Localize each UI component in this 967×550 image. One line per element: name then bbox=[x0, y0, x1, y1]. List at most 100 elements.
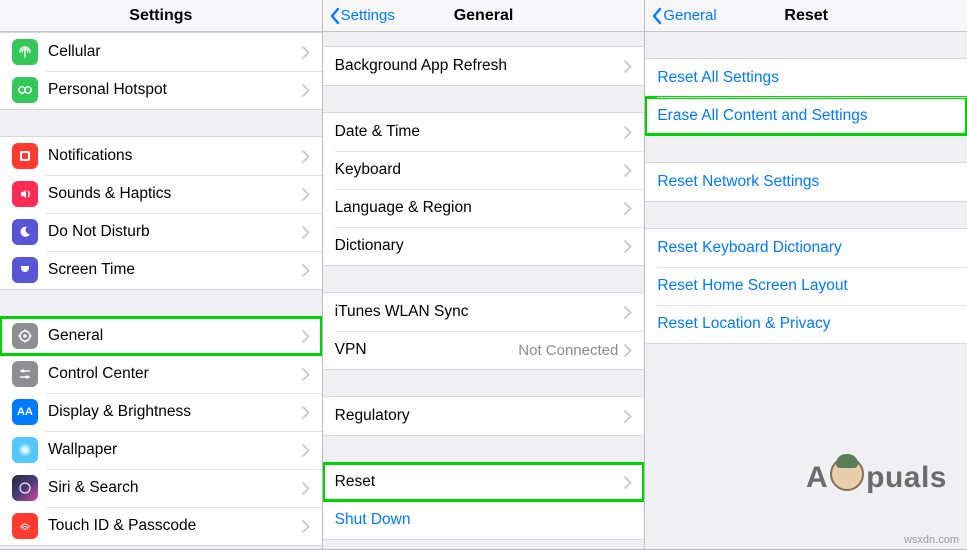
row-personal-hotspot[interactable]: Personal Hotspot bbox=[0, 71, 322, 109]
row-siri[interactable]: Siri & Search bbox=[0, 469, 322, 507]
back-label: General bbox=[663, 7, 716, 24]
chevron-right-icon bbox=[624, 240, 632, 253]
group-reset: Reset Shut Down bbox=[323, 462, 645, 540]
chevron-right-icon bbox=[302, 406, 310, 419]
row-label: Reset Home Screen Layout bbox=[657, 277, 955, 295]
row-screentime[interactable]: Screen Time bbox=[0, 251, 322, 289]
chevron-left-icon bbox=[329, 7, 341, 25]
row-display[interactable]: AA Display & Brightness bbox=[0, 393, 322, 431]
row-keyboard[interactable]: Keyboard bbox=[323, 151, 645, 189]
row-reset[interactable]: Reset bbox=[323, 463, 645, 501]
row-label: iTunes WLAN Sync bbox=[335, 303, 625, 321]
row-label: Display & Brightness bbox=[48, 403, 302, 421]
chevron-right-icon bbox=[302, 264, 310, 277]
row-dictionary[interactable]: Dictionary bbox=[323, 227, 645, 265]
back-label: Settings bbox=[341, 7, 395, 24]
row-language-region[interactable]: Language & Region bbox=[323, 189, 645, 227]
row-regulatory[interactable]: Regulatory bbox=[323, 397, 645, 435]
settings-group-network: Cellular Personal Hotspot bbox=[0, 32, 322, 110]
back-button[interactable]: Settings bbox=[323, 7, 395, 25]
chevron-right-icon bbox=[302, 368, 310, 381]
row-notifications[interactable]: Notifications bbox=[0, 137, 322, 175]
back-button[interactable]: General bbox=[645, 7, 716, 25]
chevron-right-icon bbox=[302, 482, 310, 495]
row-reset-location-privacy[interactable]: Reset Location & Privacy bbox=[645, 305, 967, 343]
row-cellular[interactable]: Cellular bbox=[0, 33, 322, 71]
row-reset-keyboard-dictionary[interactable]: Reset Keyboard Dictionary bbox=[645, 229, 967, 267]
row-label: Reset bbox=[335, 473, 625, 491]
settings-group-notifications: Notifications Sounds & Haptics Do Not Di… bbox=[0, 136, 322, 290]
row-reset-all-settings[interactable]: Reset All Settings bbox=[645, 59, 967, 97]
siri-icon bbox=[12, 475, 38, 501]
row-reset-network-settings[interactable]: Reset Network Settings bbox=[645, 163, 967, 201]
chevron-left-icon bbox=[651, 7, 663, 25]
chevron-right-icon bbox=[624, 126, 632, 139]
row-label: VPN bbox=[335, 341, 519, 359]
topbar: Settings General bbox=[323, 0, 645, 32]
display-icon: AA bbox=[12, 399, 38, 425]
screentime-icon bbox=[12, 257, 38, 283]
row-label: Date & Time bbox=[335, 123, 625, 141]
settings-group-general: General Control Center AA Display & Brig… bbox=[0, 316, 322, 546]
row-label: Wallpaper bbox=[48, 441, 302, 459]
row-label: Personal Hotspot bbox=[48, 81, 302, 99]
row-label: Shut Down bbox=[335, 511, 633, 529]
chevron-right-icon bbox=[624, 476, 632, 489]
row-date-time[interactable]: Date & Time bbox=[323, 113, 645, 151]
row-label: Reset All Settings bbox=[657, 69, 955, 87]
row-erase-all-content[interactable]: Erase All Content and Settings bbox=[645, 97, 967, 135]
row-shut-down[interactable]: Shut Down bbox=[323, 501, 645, 539]
row-wallpaper[interactable]: Wallpaper bbox=[0, 431, 322, 469]
row-label: Regulatory bbox=[335, 407, 625, 425]
appuals-logo: A puals bbox=[806, 461, 947, 495]
row-label: Keyboard bbox=[335, 161, 625, 179]
chevron-right-icon bbox=[302, 84, 310, 97]
group-sync: iTunes WLAN Sync VPN Not Connected bbox=[323, 292, 645, 370]
group-regulatory: Regulatory bbox=[323, 396, 645, 436]
chevron-right-icon bbox=[302, 444, 310, 457]
row-general[interactable]: General bbox=[0, 317, 322, 355]
row-reset-home-screen[interactable]: Reset Home Screen Layout bbox=[645, 267, 967, 305]
page-title: Settings bbox=[0, 7, 322, 25]
row-vpn[interactable]: VPN Not Connected bbox=[323, 331, 645, 369]
group-bgrefresh: Background App Refresh bbox=[323, 46, 645, 86]
row-touchid[interactable]: Touch ID & Passcode bbox=[0, 507, 322, 545]
row-sounds[interactable]: Sounds & Haptics bbox=[0, 175, 322, 213]
wallpaper-icon bbox=[12, 437, 38, 463]
sounds-icon bbox=[12, 181, 38, 207]
logo-text: A bbox=[806, 461, 828, 495]
row-label: Reset Location & Privacy bbox=[657, 315, 955, 333]
touchid-icon bbox=[12, 513, 38, 539]
topbar: Settings bbox=[0, 0, 322, 32]
row-control-center[interactable]: Control Center bbox=[0, 355, 322, 393]
row-background-app-refresh[interactable]: Background App Refresh bbox=[323, 47, 645, 85]
row-itunes-wlan-sync[interactable]: iTunes WLAN Sync bbox=[323, 293, 645, 331]
group-locale: Date & Time Keyboard Language & Region D… bbox=[323, 112, 645, 266]
group-reset-network: Reset Network Settings bbox=[645, 162, 967, 202]
row-label: Sounds & Haptics bbox=[48, 185, 302, 203]
general-icon bbox=[12, 323, 38, 349]
chevron-right-icon bbox=[624, 60, 632, 73]
group-reset-all: Reset All Settings Erase All Content and… bbox=[645, 58, 967, 136]
row-label: Cellular bbox=[48, 43, 302, 61]
hotspot-icon bbox=[12, 77, 38, 103]
row-dnd[interactable]: Do Not Disturb bbox=[0, 213, 322, 251]
logo-text: puals bbox=[866, 461, 947, 495]
chevron-right-icon bbox=[302, 226, 310, 239]
watermark: wsxdn.com bbox=[904, 534, 959, 546]
row-label: General bbox=[48, 327, 302, 345]
row-label: Do Not Disturb bbox=[48, 223, 302, 241]
row-label: Control Center bbox=[48, 365, 302, 383]
row-label: Reset Network Settings bbox=[657, 173, 955, 191]
row-label: Reset Keyboard Dictionary bbox=[657, 239, 955, 257]
row-label: Language & Region bbox=[335, 199, 625, 217]
chevron-right-icon bbox=[302, 46, 310, 59]
row-label: Siri & Search bbox=[48, 479, 302, 497]
chevron-right-icon bbox=[624, 202, 632, 215]
chevron-right-icon bbox=[624, 164, 632, 177]
cellular-icon bbox=[12, 39, 38, 65]
settings-panel: Settings Cellular Personal Hotspot Notif… bbox=[0, 0, 323, 549]
logo-head-icon bbox=[830, 457, 864, 491]
chevron-right-icon bbox=[624, 306, 632, 319]
chevron-right-icon bbox=[302, 188, 310, 201]
